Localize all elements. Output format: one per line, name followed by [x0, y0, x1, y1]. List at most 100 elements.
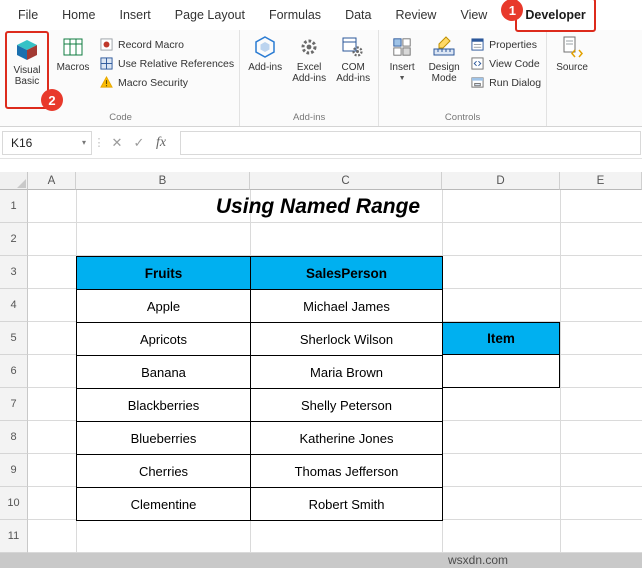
tab-view[interactable]: View — [448, 1, 499, 29]
cell-fruit[interactable]: Blackberries — [76, 388, 251, 422]
select-all-corner[interactable] — [0, 172, 28, 190]
row-header-9[interactable]: 9 — [0, 454, 28, 487]
dialog-window-icon — [471, 76, 484, 89]
tab-insert[interactable]: Insert — [108, 1, 163, 29]
watermark-text: wsxdn.com — [448, 553, 509, 567]
record-dot-icon — [100, 38, 113, 51]
tab-formulas[interactable]: Formulas — [257, 1, 333, 29]
cell-salesperson[interactable]: Katherine Jones — [250, 421, 443, 455]
cell-fruit[interactable]: Clementine — [76, 487, 251, 521]
row-header-4[interactable]: 4 — [0, 289, 28, 322]
run-dialog-button[interactable]: Run Dialog — [471, 76, 541, 89]
macro-security-label: Macro Security — [118, 76, 189, 89]
insert-controls-label: Insert — [389, 62, 415, 73]
controls-group-label: Controls — [444, 112, 481, 123]
macro-security-button[interactable]: Macro Security — [100, 76, 234, 89]
name-box[interactable]: K16 ▾ — [2, 130, 92, 155]
row-header-7[interactable]: 7 — [0, 388, 28, 421]
excel-window: File Home Insert Page Layout Formulas Da… — [0, 0, 642, 570]
ribbon: Visual Basic 2 Macros Record Macro Use R… — [0, 30, 642, 127]
item-header-cell[interactable]: Item — [442, 322, 560, 355]
add-ins-button[interactable]: Add-ins — [243, 31, 287, 73]
ribbon-group-code: Visual Basic 2 Macros Record Macro Use R… — [2, 30, 241, 126]
spacer — [0, 159, 642, 172]
cell-salesperson[interactable]: Sherlock Wilson — [250, 322, 443, 356]
table-row: Apple Michael James — [76, 289, 443, 323]
tab-home[interactable]: Home — [50, 1, 107, 29]
insert-controls-button[interactable]: Insert ▼ — [382, 31, 422, 82]
table-header-row: Fruits SalesPerson — [76, 256, 443, 290]
tab-developer[interactable]: Developer — [525, 1, 585, 29]
data-table: Fruits SalesPerson Apple Michael James A… — [76, 256, 443, 521]
table-header-salesperson[interactable]: SalesPerson — [250, 256, 443, 290]
visual-basic-button[interactable]: Visual Basic — [7, 34, 47, 87]
column-header-c[interactable]: C — [250, 172, 442, 190]
table-header-fruits[interactable]: Fruits — [76, 256, 251, 290]
column-header-a[interactable]: A — [28, 172, 76, 190]
column-header-e[interactable]: E — [560, 172, 642, 190]
item-input-cell[interactable] — [442, 355, 560, 388]
cell-salesperson[interactable]: Shelly Peterson — [250, 388, 443, 422]
tab-data[interactable]: Data — [333, 1, 383, 29]
sheet-title[interactable]: Using Named Range — [76, 190, 560, 223]
addins-group-label: Add-ins — [293, 112, 326, 123]
sheet-grid: 1 2 3 4 5 6 7 8 9 10 11 Using Named Rang… — [0, 190, 642, 553]
row-header-5[interactable]: 5 — [0, 322, 28, 355]
formula-input[interactable] — [180, 130, 641, 155]
use-relative-references-label: Use Relative References — [118, 57, 235, 70]
chevron-down-icon: ▼ — [398, 75, 406, 82]
cell-area[interactable]: Using Named Range Fruits SalesPerson App… — [28, 190, 642, 553]
code-group-label: Code — [109, 112, 132, 123]
design-mode-button[interactable]: Design Mode — [422, 31, 466, 84]
com-add-ins-label: COM Add-ins — [336, 62, 371, 84]
ribbon-tab-bar: File Home Insert Page Layout Formulas Da… — [0, 0, 642, 32]
cell-fruit[interactable]: Apple — [76, 289, 251, 323]
use-relative-references-button[interactable]: Use Relative References — [100, 57, 234, 70]
item-block: Item — [442, 322, 560, 388]
run-dialog-label: Run Dialog — [489, 76, 542, 89]
vb-cube-icon — [15, 37, 39, 63]
row-header-6[interactable]: 6 — [0, 355, 28, 388]
cell-salesperson[interactable]: Robert Smith — [250, 487, 443, 521]
ribbon-group-xml: Source — [547, 30, 597, 126]
cancel-button[interactable]: ✕ — [106, 135, 128, 151]
column-header-b[interactable]: B — [76, 172, 250, 190]
table-row: Blueberries Katherine Jones — [76, 421, 443, 455]
tab-file[interactable]: File — [6, 1, 50, 29]
cell-salesperson[interactable]: Maria Brown — [250, 355, 443, 389]
source-button[interactable]: Source — [550, 31, 594, 73]
insert-function-button[interactable]: fx — [150, 135, 172, 151]
cell-fruit[interactable]: Apricots — [76, 322, 251, 356]
cell-salesperson[interactable]: Michael James — [250, 289, 443, 323]
excel-add-ins-button[interactable]: Excel Add-ins — [287, 31, 331, 84]
column-header-d[interactable]: D — [442, 172, 560, 190]
cell-salesperson[interactable]: Thomas Jefferson — [250, 454, 443, 488]
row-header-8[interactable]: 8 — [0, 421, 28, 454]
row-header-10[interactable]: 10 — [0, 487, 28, 520]
row-header-2[interactable]: 2 — [0, 223, 28, 256]
chevron-down-icon[interactable]: ▾ — [82, 138, 91, 147]
record-macro-button[interactable]: Record Macro — [100, 38, 234, 51]
enter-button[interactable]: ✓ — [128, 135, 150, 151]
cell-fruit[interactable]: Banana — [76, 355, 251, 389]
warning-triangle-icon — [100, 76, 113, 89]
macros-button[interactable]: Macros — [51, 31, 95, 73]
cell-fruit[interactable]: Cherries — [76, 454, 251, 488]
relative-grid-icon — [100, 57, 113, 70]
row-header-3[interactable]: 3 — [0, 256, 28, 289]
formula-bar-handle: ⋮ — [93, 137, 105, 149]
com-add-ins-button[interactable]: COM Add-ins — [331, 31, 375, 84]
source-label: Source — [556, 62, 588, 73]
annotation-step-1-badge: 1 — [501, 0, 524, 21]
table-row: Apricots Sherlock Wilson — [76, 322, 443, 356]
xml-document-icon — [560, 34, 584, 60]
row-header-1[interactable]: 1 — [0, 190, 28, 223]
tab-review[interactable]: Review — [383, 1, 448, 29]
view-code-button[interactable]: View Code — [471, 57, 541, 70]
tab-page-layout[interactable]: Page Layout — [163, 1, 257, 29]
row-header-11[interactable]: 11 — [0, 520, 28, 553]
table-row: Banana Maria Brown — [76, 355, 443, 389]
properties-button[interactable]: Properties — [471, 38, 541, 51]
cell-fruit[interactable]: Blueberries — [76, 421, 251, 455]
code-window-icon — [471, 57, 484, 70]
